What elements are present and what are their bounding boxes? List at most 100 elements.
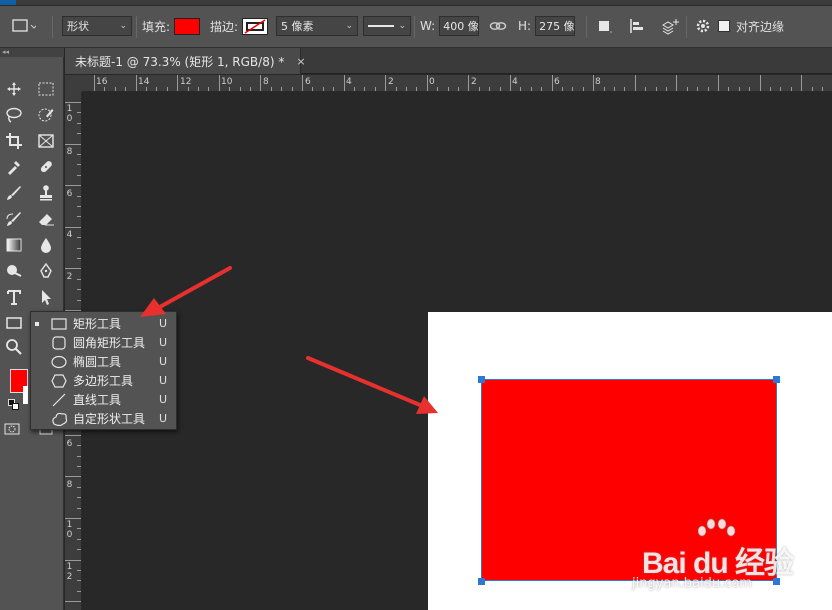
flyout-item-custom-shape[interactable]: 自定形状工具 U [31, 409, 176, 428]
align-edges-checkbox[interactable] [718, 20, 730, 32]
ruler-tick [65, 601, 81, 603]
app-logo-icon [0, 0, 16, 5]
ruler-origin[interactable] [65, 75, 82, 92]
ruler-tick [645, 87, 647, 91]
close-tab-icon[interactable]: × [296, 55, 305, 68]
blur-tool-button[interactable] [34, 234, 58, 256]
flyout-item-rectangle[interactable]: 矩形工具 U [31, 314, 176, 333]
ruler-tick [77, 258, 81, 259]
quick-selection-tool-button[interactable] [34, 104, 58, 126]
tool-preset-picker[interactable] [8, 14, 36, 38]
ruler-tick [270, 87, 272, 91]
brush-tool-button[interactable] [2, 182, 26, 204]
path-arrangement-button[interactable] [660, 14, 680, 38]
link-dimensions-button[interactable] [489, 14, 507, 38]
ruler-tick [135, 75, 137, 91]
pen-tool-button[interactable] [34, 260, 58, 282]
crop-tool-button[interactable] [2, 130, 26, 152]
ruler-tick [65, 143, 81, 145]
ruler-tick [125, 87, 127, 91]
settings-button[interactable] [694, 14, 712, 38]
stroke-type-select[interactable]: ⌄ [363, 16, 411, 36]
ruler-tick [77, 299, 81, 301]
ruler-tick [593, 75, 595, 91]
flyout-item-polygon[interactable]: 多边形工具 U [31, 371, 176, 390]
ruler-tick [458, 87, 459, 91]
dodge-tool-button[interactable] [2, 260, 26, 282]
width-input[interactable]: 400 像素 [439, 16, 480, 36]
type-tool-button[interactable] [2, 286, 26, 308]
rectangle-icon [6, 317, 22, 329]
ruler-horizontal[interactable]: 16 14 12 10 8 6 4 2 0 2 4 6 8 [82, 75, 832, 92]
eraser-tool-button[interactable] [34, 208, 58, 230]
ruler-tick [208, 87, 210, 91]
history-brush-tool-button[interactable] [2, 208, 26, 230]
frame-tool-button[interactable] [34, 130, 58, 152]
fill-swatch[interactable] [174, 17, 201, 35]
flyout-item-shortcut: U [159, 393, 168, 406]
dodge-icon [7, 265, 22, 277]
default-colors-icon[interactable] [8, 399, 20, 411]
path-selection-tool-button[interactable] [34, 286, 58, 308]
ruler-tick [260, 75, 262, 91]
ruler-tick [77, 154, 81, 155]
flyout-item-rounded-rectangle[interactable]: 圆角矩形工具 U [31, 333, 176, 352]
lasso-tool-button[interactable] [2, 104, 26, 126]
marquee-tool-button[interactable] [34, 78, 58, 100]
custom-shape-icon [51, 411, 67, 427]
ruler-tick [572, 87, 574, 91]
gear-icon [696, 19, 710, 33]
ruler-top-label: 16 [96, 77, 108, 87]
flyout-item-ellipse[interactable]: 椭圆工具 U [31, 352, 176, 371]
zoom-tool-button[interactable] [2, 336, 26, 358]
ruler-tick [77, 206, 81, 207]
document-tabbar: 未标题-1 @ 73.3% (矩形 1, RGB/8) * × [65, 48, 832, 74]
path-operations-button[interactable] [596, 14, 614, 38]
selection-handle-top-left[interactable] [478, 376, 485, 383]
healing-brush-tool-button[interactable] [34, 156, 58, 178]
ruler-tick [468, 75, 470, 91]
ruler-top-label: 6 [305, 77, 311, 87]
ruler-tick [77, 570, 81, 571]
selection-handle-bottom-left[interactable] [478, 578, 485, 585]
flyout-item-line[interactable]: 直线工具 U [31, 390, 176, 409]
document-tab[interactable]: 未标题-1 @ 73.3% (矩形 1, RGB/8) * × [65, 48, 306, 74]
flyout-item-label: 椭圆工具 [73, 355, 122, 369]
ruler-tick [77, 455, 81, 457]
stroke-width-input[interactable]: 5 像素 ⌄ [276, 16, 358, 36]
brush-icon [7, 186, 21, 200]
rectangle-tool-button[interactable] [2, 312, 26, 334]
pen-icon [40, 262, 52, 278]
ruler-tick [104, 87, 106, 91]
ruler-tick [426, 75, 428, 91]
toolbar-grip[interactable]: ◂◂ [0, 48, 64, 57]
gradient-tool-button[interactable] [2, 234, 26, 256]
flyout-item-label: 圆角矩形工具 [73, 336, 146, 350]
ruler-tick [541, 87, 543, 91]
ruler-tick [530, 87, 532, 91]
ruler-tick [562, 87, 563, 91]
ruler-tick [166, 87, 168, 91]
ruler-tick [749, 87, 751, 91]
mode-select[interactable]: 形状 ⌄ [62, 16, 132, 36]
path-alignment-button[interactable] [628, 14, 646, 38]
stroke-swatch[interactable] [242, 17, 269, 35]
flyout-item-shortcut: U [159, 355, 168, 368]
path-operations-icon [599, 21, 612, 33]
ruler-tick [447, 87, 449, 91]
height-input[interactable]: 275 像素 [535, 16, 576, 36]
clone-stamp-tool-button[interactable] [34, 182, 58, 204]
eyedropper-tool-button[interactable] [2, 156, 26, 178]
move-tool-button[interactable] [2, 78, 26, 100]
ruler-tick [302, 75, 303, 91]
ruler-tick [77, 538, 81, 540]
ruler-tick [250, 87, 251, 91]
ruler-top-label: 6 [554, 77, 560, 87]
ruler-tick [77, 590, 81, 592]
ruler-tick [343, 75, 345, 91]
ruler-tick [77, 466, 81, 467]
quick-mask-button[interactable] [0, 418, 24, 440]
background-color-swatch[interactable] [23, 386, 28, 404]
stroke-width-value: 5 像素 [281, 20, 314, 33]
selection-handle-top-right[interactable] [773, 376, 780, 383]
